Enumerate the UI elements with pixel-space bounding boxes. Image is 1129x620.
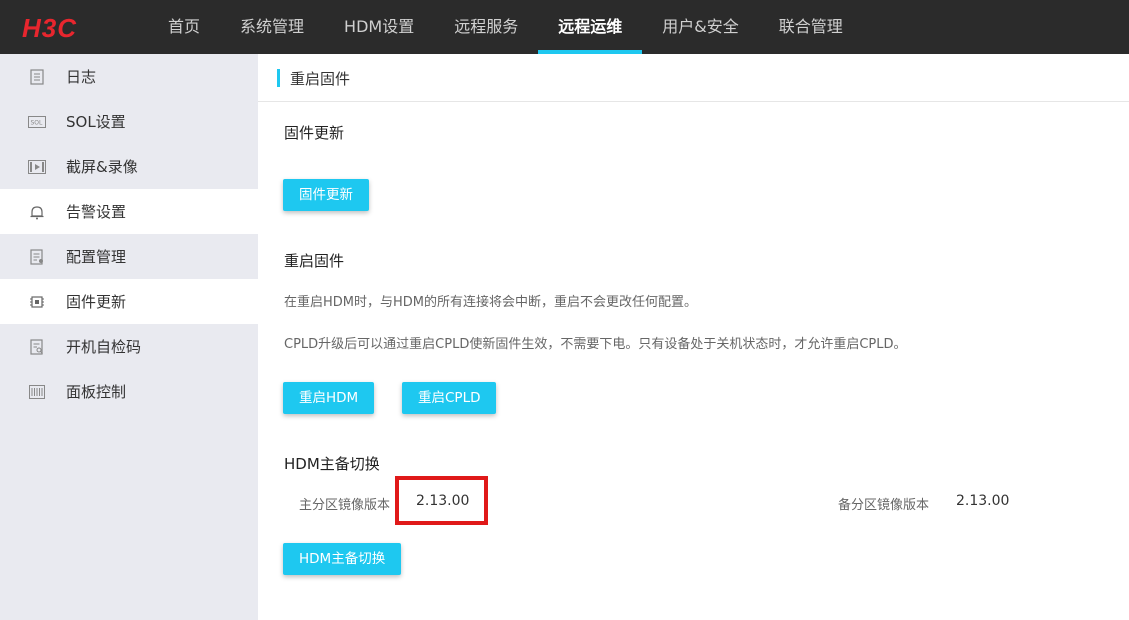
sidebar-item-log[interactable]: 日志 xyxy=(0,54,258,99)
video-icon xyxy=(28,158,46,176)
sidebar-item-firmware-update[interactable]: 固件更新 xyxy=(0,279,258,324)
backup-image-version-label: 备分区镜像版本 xyxy=(838,498,930,513)
restart-firmware-title: 重启固件 xyxy=(284,252,345,270)
sidebar-item-label: 截屏&录像 xyxy=(66,158,138,176)
primary-image-version-label: 主分区镜像版本 xyxy=(299,498,391,513)
restart-cpld-button[interactable]: 重启CPLD xyxy=(402,382,497,414)
nav-joint-management[interactable]: 联合管理 xyxy=(759,0,863,54)
breadcrumb-accent xyxy=(277,69,280,87)
breadcrumb-divider xyxy=(258,101,1129,102)
log-icon xyxy=(28,68,46,86)
hdm-switch-button[interactable]: HDM主备切换 xyxy=(283,543,402,575)
sidebar-item-label: 固件更新 xyxy=(66,293,127,311)
hdm-switch-title: HDM主备切换 xyxy=(284,455,380,473)
sidebar-item-label: 告警设置 xyxy=(66,203,127,221)
sidebar-item-label: 配置管理 xyxy=(66,248,127,266)
firmware-update-button[interactable]: 固件更新 xyxy=(283,179,369,211)
config-icon xyxy=(28,248,46,266)
breadcrumb-title: 重启固件 xyxy=(290,69,351,88)
bell-icon xyxy=(28,203,46,221)
svg-text:H3C: H3C xyxy=(22,15,77,41)
sidebar-item-label: 日志 xyxy=(66,68,97,86)
sidebar: 日志 SOL SOL设置 截屏&录像 告警设置 配置管理 固件更新 开机自检码 xyxy=(0,54,258,620)
top-navbar: H3C 首页 系统管理 HDM设置 远程服务 远程运维 用户&安全 联合管理 xyxy=(0,0,1129,54)
sol-icon: SOL xyxy=(28,113,46,131)
sidebar-item-alarm-settings[interactable]: 告警设置 xyxy=(0,189,258,234)
sidebar-item-label: 面板控制 xyxy=(66,383,127,401)
main-content: 重启固件 固件更新 固件更新 重启固件 在重启HDM时，与HDM的所有连接将会中… xyxy=(258,54,1129,620)
sidebar-item-label: 开机自检码 xyxy=(66,338,142,356)
nav-hdm-settings[interactable]: HDM设置 xyxy=(324,0,434,54)
nav-remote-services[interactable]: 远程服务 xyxy=(434,0,538,54)
post-code-icon xyxy=(28,338,46,356)
sidebar-item-screenshot-video[interactable]: 截屏&录像 xyxy=(0,144,258,189)
sidebar-item-label: SOL设置 xyxy=(66,113,126,131)
restart-hdm-button[interactable]: 重启HDM xyxy=(283,382,375,414)
nav-system-management[interactable]: 系统管理 xyxy=(220,0,324,54)
firmware-update-title: 固件更新 xyxy=(284,124,345,142)
svg-text:SOL: SOL xyxy=(31,119,44,126)
main-nav: 首页 系统管理 HDM设置 远程服务 远程运维 用户&安全 联合管理 xyxy=(148,0,863,54)
sidebar-item-panel-control[interactable]: 面板控制 xyxy=(0,369,258,414)
sidebar-item-config-management[interactable]: 配置管理 xyxy=(0,234,258,279)
backup-image-version-value: 2.13.00 xyxy=(956,493,1010,509)
nav-user-security[interactable]: 用户&安全 xyxy=(642,0,758,54)
nav-remote-ops[interactable]: 远程运维 xyxy=(538,0,643,54)
h3c-logo[interactable]: H3C xyxy=(22,14,102,42)
sidebar-item-sol[interactable]: SOL SOL设置 xyxy=(0,99,258,144)
highlight-box xyxy=(395,476,488,525)
breadcrumb: 重启固件 xyxy=(277,68,350,88)
chip-icon xyxy=(28,293,46,311)
panel-icon xyxy=(28,383,46,401)
nav-home[interactable]: 首页 xyxy=(148,0,220,54)
restart-hdm-description: 在重启HDM时，与HDM的所有连接将会中断，重启不会更改任何配置。 xyxy=(284,295,698,310)
sidebar-item-post-code[interactable]: 开机自检码 xyxy=(0,324,258,369)
restart-cpld-description: CPLD升级后可以通过重启CPLD使新固件生效，不需要下电。只有设备处于关机状态… xyxy=(284,337,907,352)
